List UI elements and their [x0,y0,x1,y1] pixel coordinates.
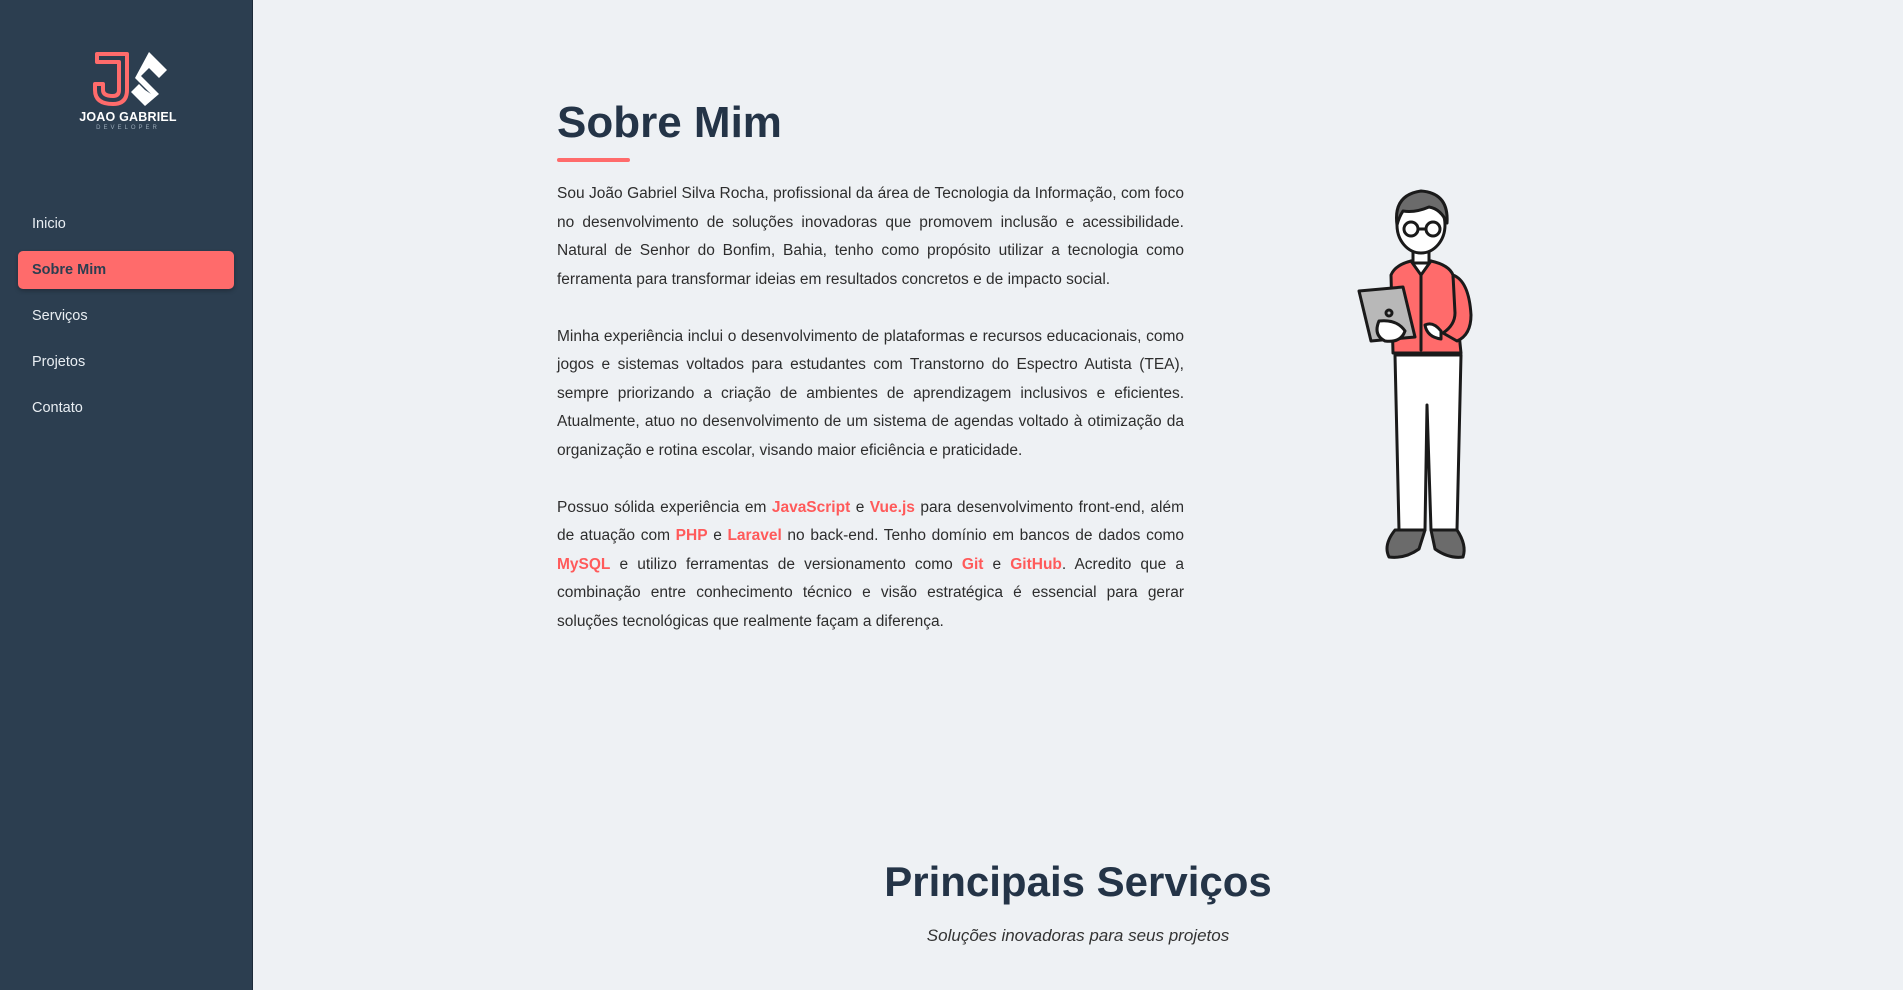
nav-item-sobre-mim[interactable]: Sobre Mim [18,251,234,289]
nav-item-contato[interactable]: Contato [18,389,234,427]
sidebar: JOAO GABRIEL DEVELOPER Inicio Sobre Mim … [0,0,253,990]
title-underline [557,158,630,162]
services-subtitle: Soluções inovadoras para seus projetos [926,926,1230,945]
developer-with-laptop-icon [1357,189,1473,559]
services-title: Principais Serviços [884,858,1272,905]
logo[interactable]: JOAO GABRIEL DEVELOPER [70,50,186,140]
text-segment: e utilizo ferramentas de versionamento c… [610,555,962,573]
about-paragraph-2: Minha experiência inclui o desenvolvimen… [557,327,1184,459]
nav-item-projetos[interactable]: Projetos [18,343,234,381]
text-segment: e [983,555,1011,573]
about-paragraph-1: Sou João Gabriel Silva Rocha, profission… [557,185,1184,288]
about-paragraph-3: Possuo sólida experiência em JavaScript … [557,494,1184,637]
nav-item-inicio[interactable]: Inicio [18,205,234,243]
jg-logo-icon [93,52,167,106]
text-segment: e [707,527,728,544]
main-content: Sobre Mim Sou João Gabriel Silva Rocha, … [253,0,1903,990]
text-segment: Possuo sólida experiência em [557,498,772,516]
about-title: Sobre Mim [557,98,782,147]
about-text: Sou João Gabriel Silva Rocha, profission… [557,180,1184,665]
logo-subtitle: DEVELOPER [96,125,160,131]
skill-laravel: Laravel [727,527,782,544]
text-segment: e [850,498,870,516]
skill-php: PHP [675,527,708,544]
skill-github: GitHub [1010,555,1062,573]
developer-illustration [1345,185,1495,570]
skill-vuejs: Vue.js [869,498,915,516]
logo-name: JOAO GABRIEL [79,110,177,124]
skill-mysql: MySQL [557,555,611,573]
skill-javascript: JavaScript [771,498,851,516]
sidebar-nav: Inicio Sobre Mim Serviços Projetos Conta… [18,205,234,435]
nav-item-servicos[interactable]: Serviços [18,297,234,335]
text-segment: no back-end. Tenho domínio em bancos de … [781,527,1184,544]
skill-git: Git [961,555,984,573]
